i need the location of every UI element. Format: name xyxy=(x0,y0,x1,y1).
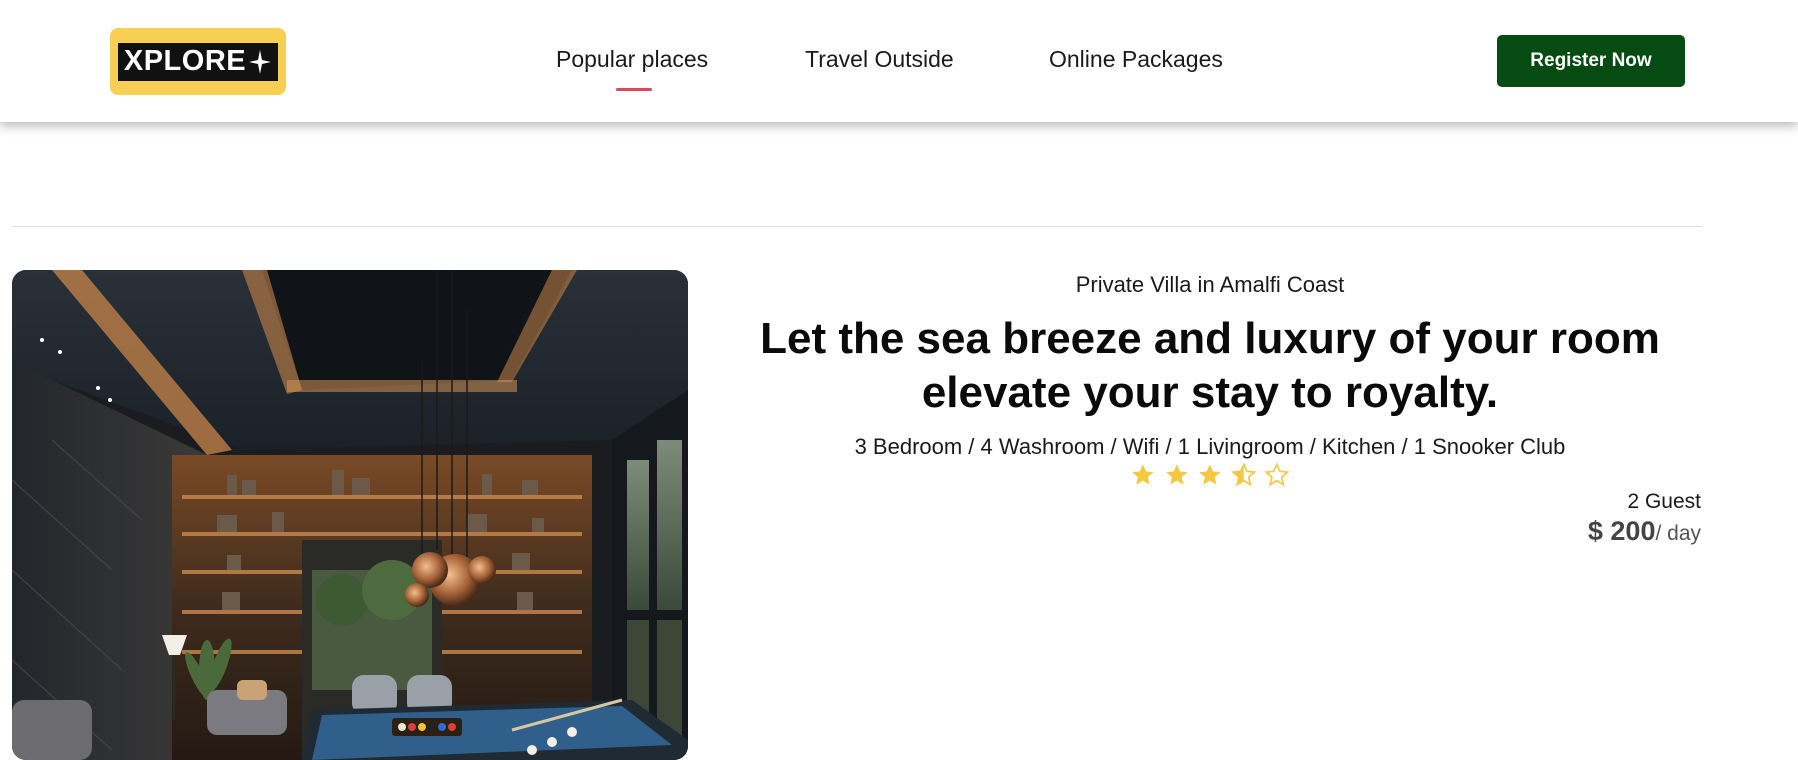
guest-count: 2 Guest xyxy=(1627,490,1701,513)
star-half-icon xyxy=(1230,462,1257,487)
nav-travel-outside[interactable]: Travel Outside xyxy=(805,46,954,73)
listing-headline: Let the sea breeze and luxury of your ro… xyxy=(700,312,1720,420)
star-full-icon xyxy=(1165,464,1188,485)
price-amount: $ 200 xyxy=(1587,516,1656,546)
star-empty-icon xyxy=(1264,462,1290,487)
villa-photo xyxy=(12,270,688,760)
listing-amenities: 3 Bedroom / 4 Washroom / Wifi / 1 Living… xyxy=(854,434,1566,459)
nav-popular-places[interactable]: Popular places xyxy=(556,46,708,73)
star-full-icon xyxy=(1132,464,1154,485)
section-divider xyxy=(12,226,1702,227)
star-full-icon xyxy=(1199,464,1221,485)
rating-stars xyxy=(1130,462,1290,494)
headline-line-1: Let the sea breeze and luxury of your ro… xyxy=(760,314,1660,363)
site-header: XPLORE Popular places Travel Outside Onl… xyxy=(0,0,1798,122)
price: $ 200/ day xyxy=(1588,516,1701,547)
nav-active-indicator xyxy=(616,88,652,91)
headline-line-2: elevate your stay to royalty. xyxy=(921,368,1499,417)
listing-subtitle: Private Villa in Amalfi Coast xyxy=(1075,272,1345,297)
nav-online-packages[interactable]: Online Packages xyxy=(1049,46,1223,73)
register-now-button[interactable]: Register Now xyxy=(1497,35,1685,87)
price-unit: / day xyxy=(1655,522,1701,545)
